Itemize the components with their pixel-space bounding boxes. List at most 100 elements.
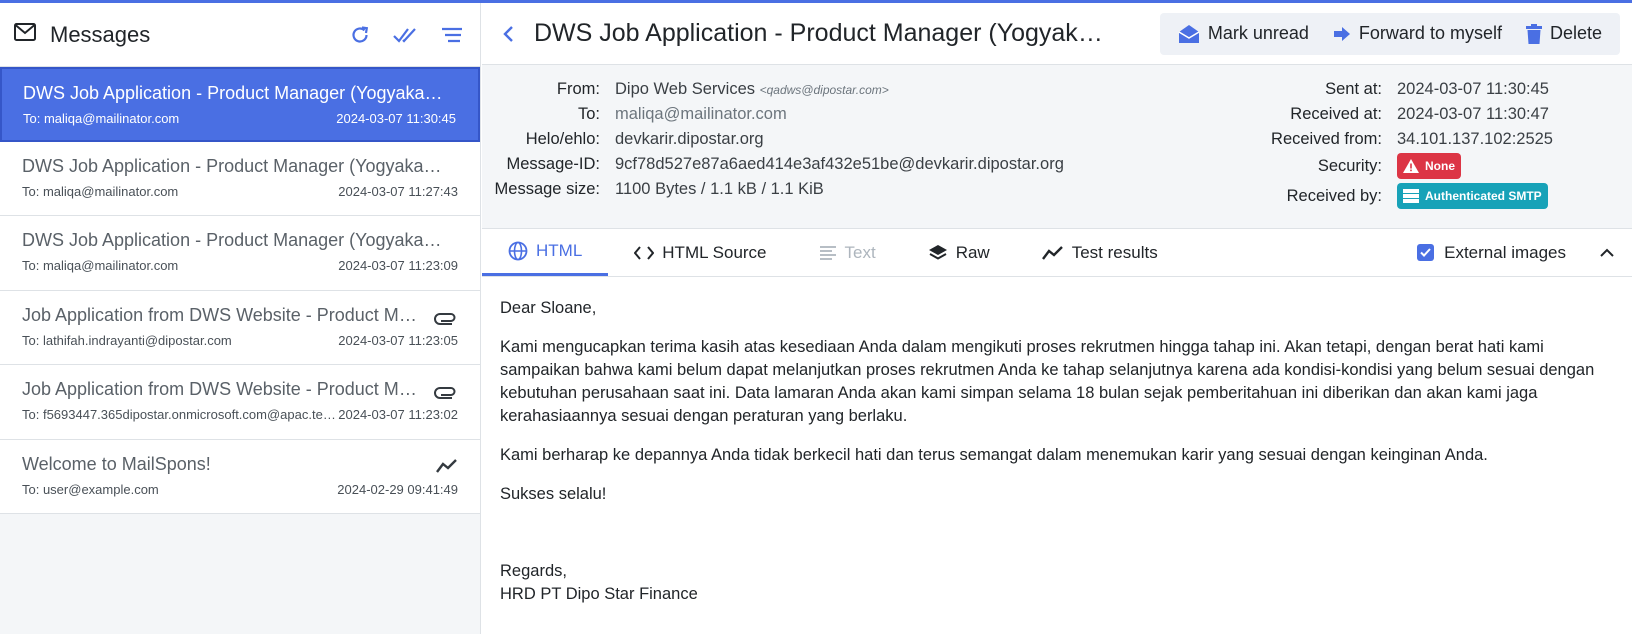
from-value: Dipo Web Services <qadws@dipostar.com> — [615, 80, 889, 99]
list-item[interactable]: Welcome to MailSpons! To: user@example.c… — [0, 440, 480, 514]
from-email: <qadws@dipostar.com> — [759, 82, 889, 97]
collapse-button[interactable] — [1600, 243, 1614, 263]
text-lines-icon — [819, 245, 836, 260]
forward-label: Forward to myself — [1358, 23, 1502, 43]
security-value: None — [1425, 159, 1455, 173]
envelope-icon — [14, 23, 36, 46]
message-recipient: To: lathifah.indrayanti@dipostar.com — [22, 332, 232, 348]
trend-icon — [436, 458, 458, 479]
list-item[interactable]: DWS Job Application - Product Manager (Y… — [0, 67, 480, 142]
arrow-right-icon — [1333, 26, 1350, 41]
list-item[interactable]: Job Application from DWS Website - Produ… — [0, 365, 480, 440]
refresh-icon — [352, 25, 369, 43]
paperclip-icon — [434, 311, 458, 330]
message-date: 2024-03-07 11:23:09 — [338, 258, 458, 273]
message-recipient: To: maliqa@mailinator.com — [23, 111, 180, 126]
checkmark-icon — [1420, 248, 1431, 257]
message-sidebar: Messages DWS Job Application - Product M… — [0, 3, 481, 634]
layers-icon — [928, 244, 947, 260]
message-body: Dear Sloane, Kami mengucapkan terima kas… — [482, 277, 1632, 626]
message-date: 2024-03-07 11:27:43 — [338, 183, 458, 199]
message-header-bar: DWS Job Application - Product Manager (Y… — [482, 3, 1632, 65]
security-label: Security: — [1317, 156, 1382, 175]
delete-button[interactable]: Delete — [1514, 23, 1614, 44]
body-signature: HRD PT Dipo Star Finance — [500, 585, 698, 603]
mark-unread-label: Mark unread — [1207, 23, 1309, 43]
mark-all-read-button[interactable] — [392, 21, 420, 49]
external-images-label: External images — [1444, 242, 1566, 262]
tab-raw[interactable]: Raw — [902, 229, 1016, 276]
chevron-up-icon — [1600, 248, 1614, 257]
message-id-label: Message-ID: — [506, 154, 600, 173]
message-recipient: To: user@example.com — [22, 481, 159, 497]
received-from-label: Received from: — [1271, 129, 1382, 148]
envelope-open-icon — [1178, 24, 1200, 43]
tab-test-results-label: Test results — [1071, 242, 1158, 262]
tab-html[interactable]: HTML — [482, 229, 609, 276]
message-list: DWS Job Application - Product Manager (Y… — [0, 67, 480, 514]
list-item[interactable]: DWS Job Application - Product Manager (Y… — [0, 142, 480, 216]
security-badge: None — [1397, 153, 1461, 179]
received-at-value: 2024-03-07 11:30:47 — [1397, 104, 1549, 123]
message-subject: DWS Job Application - Product Manager (Y… — [22, 155, 442, 176]
to-value: maliqa@mailinator.com — [615, 104, 787, 123]
message-recipient: To: maliqa@mailinator.com — [22, 258, 179, 273]
server-icon — [1403, 189, 1419, 203]
message-date: 2024-03-07 11:30:45 — [336, 111, 456, 126]
message-id-value: 9cf78d527e87a6aed414e3af432e51be@devkari… — [615, 154, 1064, 173]
message-size-value: 1100 Bytes / 1.1 kB / 1.1 KiB — [615, 179, 824, 198]
message-subject: Job Application from DWS Website - Produ… — [22, 379, 422, 399]
chevron-left-icon — [503, 25, 513, 42]
page-title: DWS Job Application - Product Manager (Y… — [534, 19, 1104, 47]
sent-at-value: 2024-03-07 11:30:45 — [1397, 79, 1549, 98]
message-recipient: To: f5693447.365dipostar.onmicrosoft.com… — [22, 407, 339, 422]
code-icon — [634, 245, 655, 260]
sent-at-label: Sent at: — [1325, 79, 1382, 98]
external-images-checkbox[interactable] — [1417, 244, 1435, 261]
to-label: To: — [577, 104, 600, 123]
view-tabs: HTML HTML Source Text Raw Test results E… — [482, 229, 1632, 277]
helo-label: Helo/ehlo: — [525, 129, 600, 148]
sidebar-header: Messages — [0, 3, 480, 67]
filter-lines-icon — [442, 27, 462, 42]
refresh-button[interactable] — [346, 21, 374, 49]
received-by-value: Authenticated SMTP — [1425, 189, 1542, 203]
message-subject: DWS Job Application - Product Manager (Y… — [22, 230, 442, 250]
tab-html-label: HTML — [536, 241, 583, 260]
action-toolbar: Mark unread Forward to myself Delete — [1159, 12, 1620, 55]
filter-button[interactable] — [438, 21, 466, 49]
message-headers: From: Dipo Web Services <qadws@dipostar.… — [482, 65, 1632, 229]
body-greeting: Dear Sloane, — [500, 299, 597, 317]
message-date: 2024-02-29 09:41:49 — [337, 481, 458, 497]
forward-button[interactable]: Forward to myself — [1321, 23, 1514, 44]
back-button[interactable] — [496, 22, 520, 46]
tab-text[interactable]: Text — [793, 229, 902, 276]
warning-icon — [1403, 159, 1419, 173]
body-paragraph-2: Kami berharap ke depannya Anda tidak ber… — [500, 446, 1488, 464]
tab-test-results[interactable]: Test results — [1016, 229, 1184, 276]
tab-text-label: Text — [844, 242, 876, 262]
received-by-badge: Authenticated SMTP — [1397, 183, 1548, 209]
tab-raw-label: Raw — [955, 242, 990, 262]
body-regards: Regards, — [500, 562, 567, 580]
globe-icon — [508, 241, 528, 261]
list-item[interactable]: Job Application from DWS Website - Produ… — [0, 291, 480, 365]
paperclip-icon — [434, 385, 458, 404]
list-item[interactable]: DWS Job Application - Product Manager (Y… — [0, 216, 480, 291]
message-date: 2024-03-07 11:23:05 — [338, 332, 458, 348]
message-subject: Welcome to MailSpons! — [22, 453, 211, 474]
message-view: DWS Job Application - Product Manager (Y… — [482, 3, 1632, 634]
trend-icon — [1041, 245, 1063, 260]
double-check-icon — [393, 27, 416, 43]
mark-unread-button[interactable]: Mark unread — [1166, 23, 1321, 44]
message-date: 2024-03-07 11:23:02 — [338, 407, 458, 422]
body-paragraph-3: Sukses selalu! — [500, 485, 607, 503]
message-subject: Job Application from DWS Website - Produ… — [22, 304, 422, 325]
received-at-label: Received at: — [1290, 104, 1382, 123]
from-name: Dipo Web Services — [615, 79, 756, 98]
sidebar-title: Messages — [50, 21, 151, 47]
message-subject: DWS Job Application - Product Manager (Y… — [23, 83, 443, 103]
tab-html-source[interactable]: HTML Source — [608, 229, 792, 276]
received-by-label: Received by: — [1286, 186, 1382, 205]
message-size-label: Message size: — [494, 179, 600, 198]
